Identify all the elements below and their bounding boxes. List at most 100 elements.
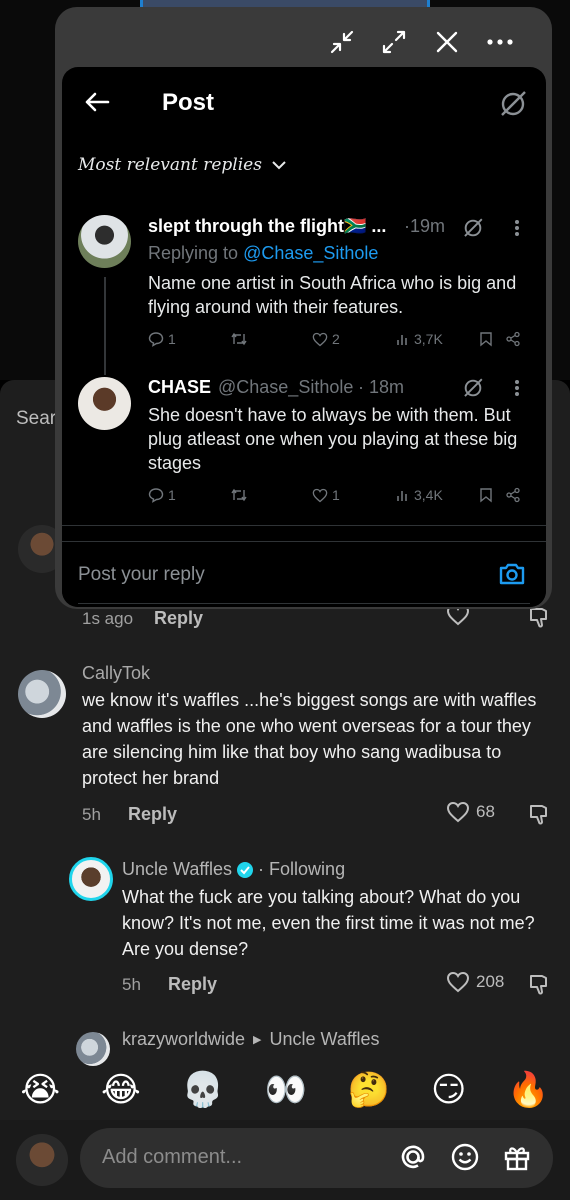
reply-button[interactable]: Reply bbox=[154, 608, 203, 629]
thumbs-down-icon bbox=[530, 805, 547, 825]
views-chart-icon bbox=[397, 335, 407, 345]
more-options-button[interactable] bbox=[514, 379, 520, 397]
reply-button[interactable]: Reply bbox=[128, 804, 177, 825]
comment-author[interactable]: CallyTok bbox=[82, 663, 150, 684]
like-action[interactable]: 1 bbox=[312, 487, 340, 503]
reply-count: 1 bbox=[168, 331, 176, 347]
reply-input-placeholder: Post your reply bbox=[78, 564, 205, 585]
close-icon bbox=[436, 31, 458, 53]
view-count: 3,7K bbox=[414, 331, 443, 347]
minimize-window-button[interactable] bbox=[325, 25, 359, 59]
more-horizontal-icon bbox=[487, 39, 513, 45]
back-button[interactable] bbox=[84, 91, 110, 113]
avatar[interactable] bbox=[69, 857, 113, 901]
emoji-skull[interactable]: 💀 bbox=[182, 1070, 224, 1110]
reply-target[interactable]: Uncle Waffles bbox=[270, 1029, 380, 1050]
gift-button[interactable] bbox=[502, 1142, 532, 1172]
emoji-eyes[interactable]: 👀 bbox=[265, 1070, 307, 1110]
share-action[interactable] bbox=[505, 331, 521, 347]
expand-icon bbox=[382, 30, 406, 54]
like-count: 2 bbox=[332, 331, 340, 347]
back-arrow-icon bbox=[85, 92, 110, 112]
comment-composer-bar: Add comment... bbox=[0, 1120, 570, 1200]
dislike-button[interactable] bbox=[527, 803, 551, 827]
close-window-button[interactable] bbox=[430, 25, 464, 59]
avatar[interactable] bbox=[78, 377, 131, 430]
reply-composer[interactable]: Post your reply bbox=[62, 541, 546, 607]
bookmark-icon bbox=[480, 488, 492, 503]
chevron-down-icon bbox=[272, 161, 286, 170]
grok-button[interactable] bbox=[462, 377, 484, 399]
user-handle[interactable]: @Chase_Sithole bbox=[218, 377, 353, 398]
comment-author-row: krazyworldwide ▶ Uncle Waffles bbox=[122, 1029, 380, 1050]
page-title: Post bbox=[162, 89, 215, 116]
emoji-laughing[interactable]: 😂 bbox=[101, 1070, 141, 1110]
reply-underline bbox=[78, 603, 530, 604]
reply-action[interactable]: 1 bbox=[148, 487, 176, 503]
mention-button[interactable] bbox=[398, 1142, 428, 1172]
like-button[interactable]: 68 bbox=[446, 801, 495, 823]
bookmark-action[interactable] bbox=[479, 487, 493, 503]
comment-text: we know it's waffles ...he's biggest son… bbox=[82, 690, 537, 788]
dislike-button[interactable] bbox=[527, 973, 551, 997]
avatar[interactable] bbox=[78, 215, 131, 268]
comment-bubble-icon bbox=[148, 332, 164, 347]
grok-icon bbox=[464, 378, 483, 397]
views-action[interactable]: 3,7K bbox=[396, 331, 443, 347]
following-label: · Following bbox=[258, 859, 346, 879]
like-action[interactable]: 2 bbox=[312, 331, 340, 347]
emoji-thinking[interactable]: 🤔 bbox=[348, 1070, 390, 1110]
post-time: · 18m bbox=[358, 377, 405, 397]
camera-button[interactable] bbox=[498, 562, 526, 586]
reply-action[interactable]: 1 bbox=[148, 331, 176, 347]
display-name[interactable]: slept through the flight🇿🇦 ... bbox=[148, 216, 386, 237]
comment-text: What the fuck are you talking about? Wha… bbox=[122, 887, 535, 959]
bookmark-action[interactable] bbox=[479, 331, 493, 347]
heart-icon bbox=[312, 488, 328, 502]
repost-action[interactable] bbox=[230, 487, 248, 503]
more-vertical-icon bbox=[515, 380, 519, 396]
maximize-window-button[interactable] bbox=[377, 25, 411, 59]
dislike-button[interactable] bbox=[527, 606, 551, 630]
my-avatar bbox=[16, 1134, 68, 1186]
emoji-fire[interactable]: 🔥 bbox=[507, 1070, 549, 1110]
comment-time: 1s ago bbox=[82, 609, 134, 628]
replying-handle-link[interactable]: @Chase_Sithole bbox=[243, 243, 378, 263]
emoji-smirk[interactable]: 😏 bbox=[431, 1070, 466, 1110]
gift-icon bbox=[504, 1147, 530, 1171]
display-name[interactable]: CHASE bbox=[148, 377, 211, 398]
comment-input-placeholder: Add comment... bbox=[102, 1146, 243, 1168]
post-time: ·19m bbox=[404, 216, 446, 236]
thread-line bbox=[104, 277, 106, 375]
reply-sort-dropdown[interactable]: Most relevant replies bbox=[78, 155, 286, 175]
comment-author[interactable]: Uncle Waffles bbox=[122, 859, 232, 880]
emoji-button[interactable] bbox=[450, 1142, 480, 1172]
comment-time: 5h bbox=[122, 975, 141, 994]
post-text: Name one artist in South Africa who is b… bbox=[148, 273, 517, 317]
reply-count: 1 bbox=[168, 487, 176, 503]
views-action[interactable]: 3,4K bbox=[396, 487, 443, 503]
camera-icon bbox=[499, 563, 525, 585]
like-button[interactable]: 208 bbox=[446, 971, 504, 993]
grok-icon bbox=[464, 218, 483, 237]
like-count: 208 bbox=[476, 972, 505, 991]
comment-input[interactable]: Add comment... bbox=[80, 1128, 553, 1188]
comment-author-row: Uncle Waffles · Following bbox=[122, 859, 345, 880]
grok-button[interactable] bbox=[498, 89, 528, 119]
grok-button[interactable] bbox=[462, 217, 484, 239]
grok-icon bbox=[501, 91, 526, 116]
views-chart-icon bbox=[397, 491, 407, 501]
emoji-quick-bar: 😭 😂 💀 👀 🤔 😏 🔥 bbox=[0, 1060, 570, 1120]
emoji-crying[interactable]: 😭 bbox=[20, 1070, 60, 1110]
heart-icon bbox=[312, 332, 328, 346]
avatar[interactable] bbox=[18, 670, 66, 718]
window-more-button[interactable] bbox=[483, 25, 517, 59]
share-action[interactable] bbox=[505, 487, 521, 503]
repost-icon bbox=[231, 488, 247, 502]
floating-window: Post Most relevant replies slept through… bbox=[55, 7, 552, 609]
comment-author[interactable]: krazyworldwide bbox=[122, 1029, 245, 1050]
more-options-button[interactable] bbox=[514, 219, 520, 237]
repost-action[interactable] bbox=[230, 331, 248, 347]
thumbs-down-icon bbox=[530, 608, 547, 628]
reply-button[interactable]: Reply bbox=[168, 974, 217, 995]
